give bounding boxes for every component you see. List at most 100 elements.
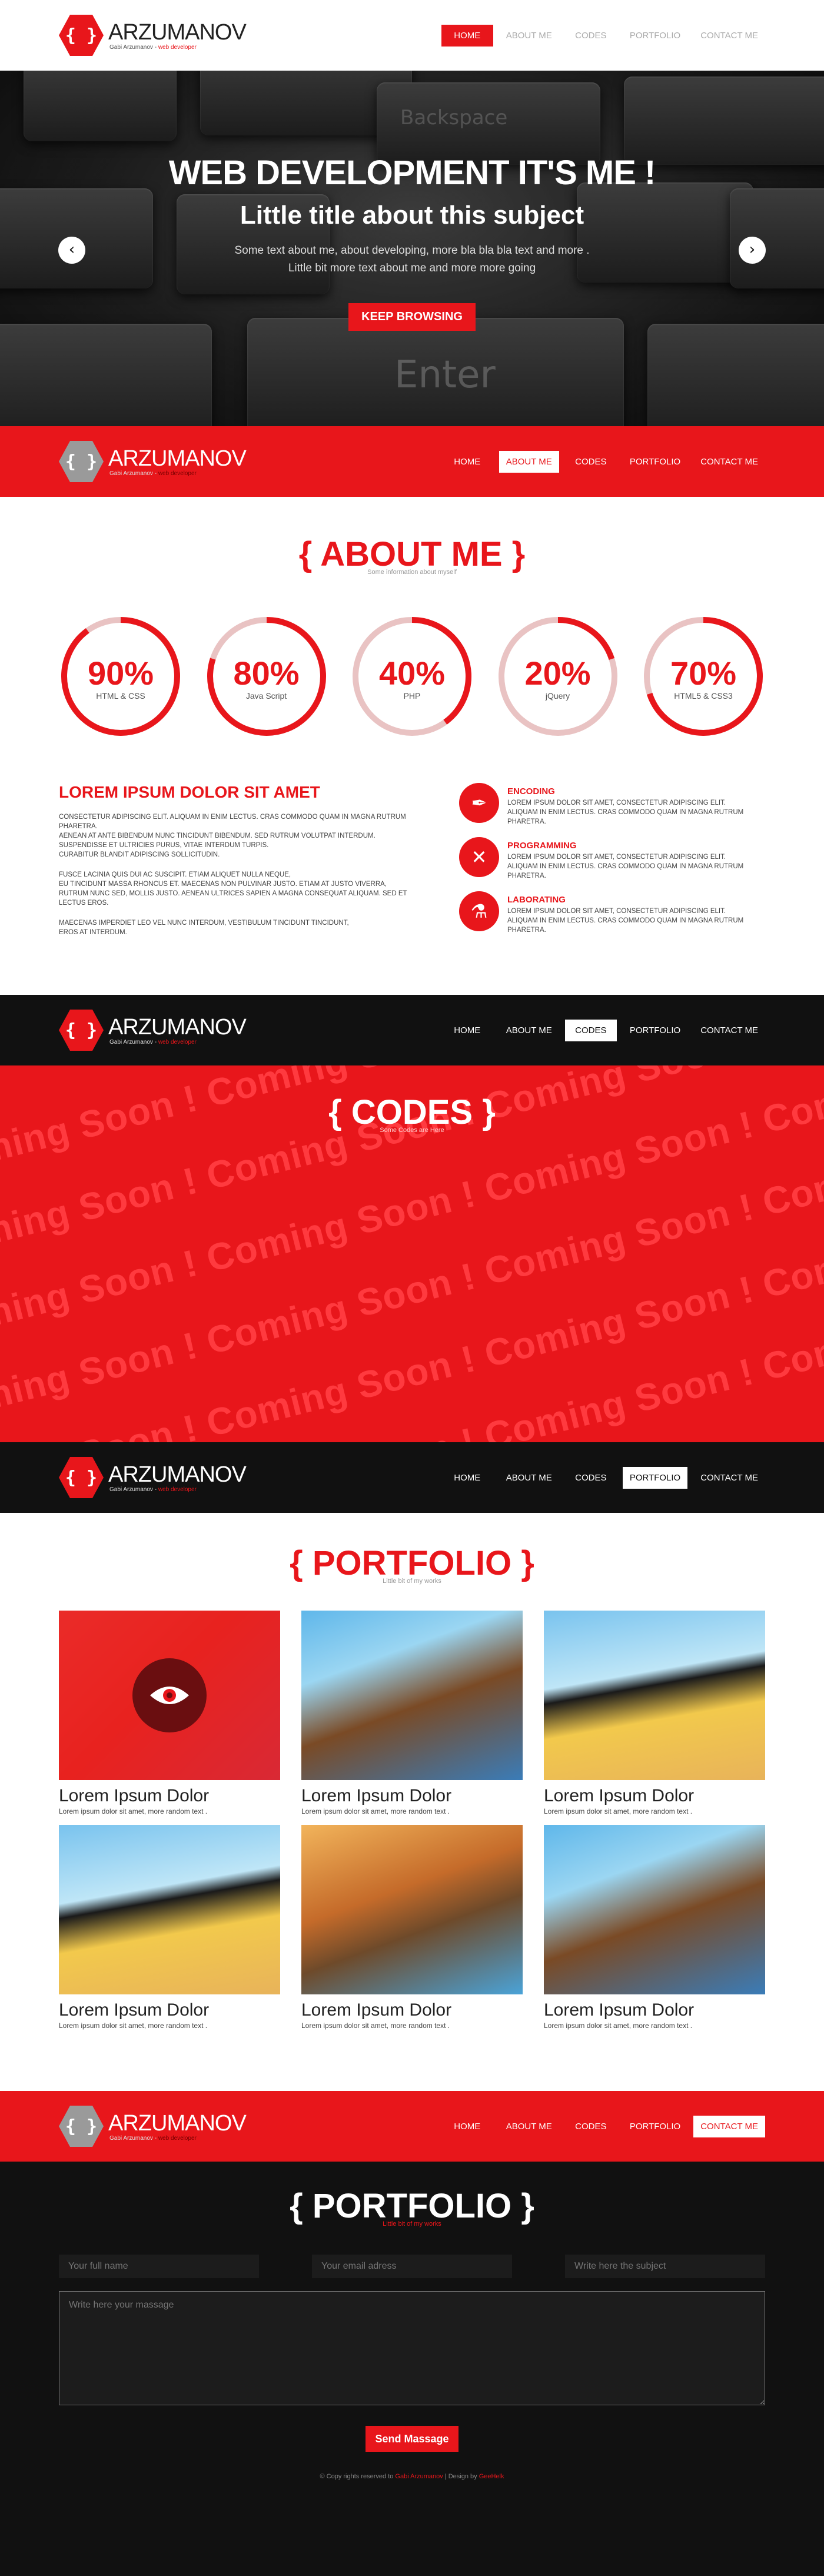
about-paragraph: Maecenas imperdiet leo vel nunc interdum… <box>59 919 349 936</box>
portfolio-thumbnail[interactable] <box>301 1611 523 1780</box>
nav-codes[interactable]: CODES <box>564 1019 617 1041</box>
about-navbar: { } ARZUMANOV Gabi Arzumanov - web devel… <box>0 426 824 497</box>
skill-percent: 40% <box>378 655 446 692</box>
nav-home[interactable]: HOME <box>441 2116 493 2137</box>
footer-designer-link[interactable]: GeeHelk <box>479 2473 504 2480</box>
card-description: Lorem ipsum dolor sit amet, more random … <box>301 1807 450 1815</box>
feature-text: Lorem ipsum dolor sit amet, consectetur … <box>507 799 744 825</box>
portfolio-section: { PORTFOLIO } Little bit of my works Lor… <box>0 1513 824 2091</box>
nav-home[interactable]: HOME <box>441 1467 493 1489</box>
portfolio-card: Lorem Ipsum Dolor Lorem ipsum dolor sit … <box>544 1825 765 2030</box>
nav-portfolio[interactable]: PORTFOLIO <box>623 451 687 473</box>
card-title[interactable]: Lorem Ipsum Dolor <box>544 2000 765 2020</box>
skill-ring: 20% jQuery <box>496 615 620 738</box>
nav-contact-me[interactable]: CONTACT ME <box>693 2115 765 2137</box>
logo-braces-icon: { } <box>59 2106 104 2147</box>
main-menu: HOME ABOUT ME CODES PORTFOLIO CONTACT ME <box>441 450 765 473</box>
nav-codes[interactable]: CODES <box>565 25 617 47</box>
codes-navbar: { } ARZUMANOV Gabi Arzumanov - web devel… <box>0 995 824 1065</box>
full-name-input[interactable] <box>59 2255 259 2278</box>
brand-tagline: Gabi Arzumanov - web developer <box>109 2135 197 2142</box>
brand-name: ARZUMANOV <box>108 1462 247 1487</box>
feature-title: LABORATING <box>507 895 566 905</box>
keep-browsing-button[interactable]: KEEP BROWSING <box>348 303 476 331</box>
portfolio-thumbnail[interactable] <box>544 1611 765 1780</box>
nav-home[interactable]: HOME <box>441 24 493 47</box>
brand-logo[interactable]: { } ARZUMANOV Gabi Arzumanov - web devel… <box>59 439 247 484</box>
nav-about-me[interactable]: ABOUT ME <box>499 1467 559 1489</box>
skill-name: PHP <box>403 691 421 701</box>
eye-icon[interactable] <box>132 1658 207 1732</box>
logo-braces-icon: { } <box>59 1457 104 1498</box>
nav-contact-me[interactable]: CONTACT ME <box>693 1020 765 1041</box>
brand-logo[interactable]: { } ARZUMANOV Gabi Arzumanov - web devel… <box>59 13 247 58</box>
about-paragraph: Consectetur adipiscing elit. Aliquam in … <box>59 814 406 858</box>
card-title[interactable]: Lorem Ipsum Dolor <box>59 1786 280 1806</box>
slider-prev-arrow-icon[interactable]: ‹ <box>58 237 85 264</box>
message-textarea[interactable] <box>59 2291 765 2405</box>
portfolio-thumbnail[interactable] <box>59 1611 280 1780</box>
contact-title: { PORTFOLIO } <box>290 2187 534 2225</box>
about-title: { ABOUT ME } <box>298 535 526 573</box>
nav-contact-me[interactable]: CONTACT ME <box>693 25 765 47</box>
contact-navbar: { } ARZUMANOV Gabi Arzumanov - web devel… <box>0 2091 824 2162</box>
portfolio-card: Lorem Ipsum Dolor Lorem ipsum dolor sit … <box>59 1825 280 2030</box>
nav-about-me[interactable]: ABOUT ME <box>499 25 559 47</box>
top-navbar: { } ARZUMANOV Gabi Arzumanov - web devel… <box>0 0 824 71</box>
card-title[interactable]: Lorem Ipsum Dolor <box>59 2000 280 2020</box>
nav-home[interactable]: HOME <box>441 451 493 473</box>
brand-name: ARZUMANOV <box>108 1014 247 1040</box>
codes-section: Coming Soon ! Coming Soon ! Coming Soon … <box>0 1065 824 1442</box>
card-description: Lorem ipsum dolor sit amet, more random … <box>59 2021 208 2030</box>
logo-braces-icon: { } <box>59 15 104 56</box>
nav-contact-me[interactable]: CONTACT ME <box>693 451 765 473</box>
nav-portfolio[interactable]: PORTFOLIO <box>623 1020 687 1041</box>
nav-home[interactable]: HOME <box>441 1020 493 1041</box>
skills-row: 90% HTML & CSS 80% Java Script 40% PHP 20% j… <box>59 615 765 738</box>
nav-about-me[interactable]: ABOUT ME <box>499 2116 559 2137</box>
key-backspace-label: Backspace <box>400 106 508 130</box>
nav-about-me[interactable]: ABOUT ME <box>499 450 559 473</box>
card-description: Lorem ipsum dolor sit amet, more random … <box>301 2021 450 2030</box>
brand-tagline: Gabi Arzumanov - web developer <box>109 1038 197 1045</box>
nav-portfolio[interactable]: PORTFOLIO <box>623 25 687 47</box>
nav-contact-me[interactable]: CONTACT ME <box>693 1467 765 1489</box>
skill-percent: 80% <box>233 655 300 692</box>
slider-next-arrow-icon[interactable]: › <box>739 237 766 264</box>
nav-codes[interactable]: CODES <box>565 2116 617 2137</box>
card-title[interactable]: Lorem Ipsum Dolor <box>544 1786 765 1806</box>
skill-percent: 90% <box>87 655 154 692</box>
codes-subtitle: Some Codes are Here <box>380 1127 444 1134</box>
portfolio-thumbnail[interactable] <box>544 1825 765 1994</box>
hero-slider: Backspace Enter WEB DEVELOPMENT IT'S ME … <box>0 71 824 426</box>
send-message-button[interactable]: Send Massage <box>366 2426 458 2452</box>
portfolio-card: Lorem Ipsum Dolor Lorem ipsum dolor sit … <box>301 1611 523 1815</box>
hover-overlay <box>59 1611 280 1780</box>
card-title[interactable]: Lorem Ipsum Dolor <box>301 2000 523 2020</box>
card-title[interactable]: Lorem Ipsum Dolor <box>301 1786 523 1806</box>
nav-portfolio[interactable]: PORTFOLIO <box>622 1466 688 1489</box>
brand-logo[interactable]: { } ARZUMANOV Gabi Arzumanov - web devel… <box>59 2104 247 2149</box>
footer-owner-link[interactable]: Gabi Arzumanov <box>395 2473 443 2480</box>
subject-input[interactable] <box>565 2255 765 2278</box>
brand-tagline: Gabi Arzumanov - web developer <box>109 44 197 51</box>
main-menu: HOME ABOUT ME CODES PORTFOLIO CONTACT ME <box>441 2115 765 2137</box>
keyboard-key <box>647 324 824 426</box>
portfolio-thumbnail[interactable] <box>301 1825 523 1994</box>
portfolio-card: Lorem Ipsum Dolor Lorem ipsum dolor sit … <box>301 1825 523 2030</box>
skill-percent: 20% <box>524 655 591 692</box>
nav-portfolio[interactable]: PORTFOLIO <box>623 2116 687 2137</box>
brand-name: ARZUMANOV <box>108 2110 247 2136</box>
portfolio-card: Lorem Ipsum Dolor Lorem ipsum dolor sit … <box>544 1611 765 1815</box>
nav-codes[interactable]: CODES <box>565 451 617 473</box>
brand-logo[interactable]: { } ARZUMANOV Gabi Arzumanov - web devel… <box>59 1008 247 1053</box>
brand-logo[interactable]: { } ARZUMANOV Gabi Arzumanov - web devel… <box>59 1455 247 1500</box>
nav-codes[interactable]: CODES <box>565 1467 617 1489</box>
feature-text: Lorem ipsum dolor sit amet, consectetur … <box>507 908 744 934</box>
email-input[interactable] <box>312 2255 512 2278</box>
portfolio-title: { PORTFOLIO } <box>290 1544 534 1582</box>
main-menu: HOME ABOUT ME CODES PORTFOLIO CONTACT ME <box>441 24 765 47</box>
skill-ring: 90% HTML & CSS <box>59 615 182 738</box>
nav-about-me[interactable]: ABOUT ME <box>499 1020 559 1041</box>
portfolio-thumbnail[interactable] <box>59 1825 280 1994</box>
